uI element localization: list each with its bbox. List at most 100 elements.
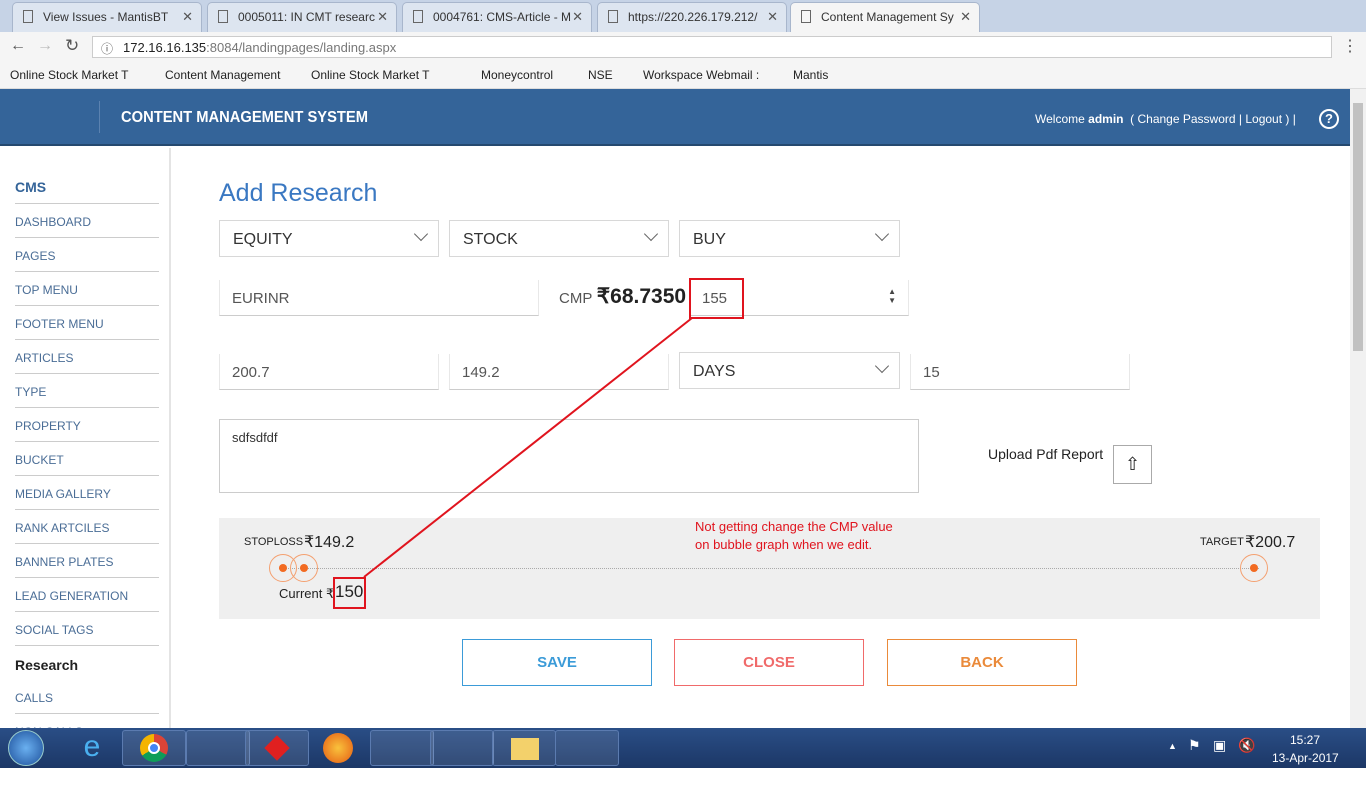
username: admin — [1088, 112, 1124, 126]
menu-icon[interactable]: ⋮ — [1342, 36, 1358, 56]
sidebar-item-dashboard[interactable]: DASHBOARD — [15, 204, 159, 238]
tab-mantis[interactable]: View Issues - MantisBT ✕ — [12, 2, 202, 32]
description-textarea[interactable]: sdfsdfdf — [219, 419, 919, 493]
sidebar-item-pages[interactable]: PAGES — [15, 238, 159, 272]
current-label: Current ₹ — [279, 586, 335, 601]
page-title: Add Research — [219, 179, 378, 207]
close-icon[interactable]: ✕ — [960, 9, 971, 25]
chevron-down-icon — [874, 226, 890, 242]
app-title: CONTENT MANAGEMENT SYSTEM — [121, 109, 368, 126]
sidebar-item-footer-menu[interactable]: FOOTER MENU — [15, 306, 159, 340]
target-input[interactable]: 200.7 — [219, 354, 439, 390]
tab-label: View Issues - MantisBT — [43, 10, 169, 24]
info-icon: ⓘ — [101, 42, 114, 56]
period-input[interactable]: 15 — [910, 354, 1130, 390]
close-icon[interactable]: ✕ — [572, 9, 583, 25]
tab-issue-4761[interactable]: 0004761: CMS-Article - M ✕ — [402, 2, 592, 32]
app-icon[interactable] — [555, 730, 619, 766]
app-header: CONTENT MANAGEMENT SYSTEM Welcome admin … — [0, 89, 1350, 146]
welcome-text: Welcome — [1035, 112, 1085, 126]
highlight-box — [689, 278, 744, 319]
photo-viewer-icon[interactable] — [430, 730, 494, 766]
bookmark[interactable]: Workspace Webmail : — [643, 68, 759, 82]
close-icon[interactable]: ✕ — [182, 9, 193, 25]
bookmark[interactable]: Online Stock Market T — [311, 68, 430, 82]
tab-strip: View Issues - MantisBT ✕ 0005011: IN CMT … — [0, 0, 1366, 32]
notepad-icon[interactable] — [370, 730, 434, 766]
sidebar-item-bucket[interactable]: BUCKET — [15, 442, 159, 476]
selected-value: STOCK — [463, 231, 518, 248]
tab-cms[interactable]: Content Management Sy ✕ — [790, 2, 980, 32]
sidebar-item-media-gallery[interactable]: MEDIA GALLERY — [15, 476, 159, 510]
sidebar-item-type[interactable]: TYPE — [15, 374, 159, 408]
highlight-box — [333, 577, 366, 609]
target-value: ₹200.7 — [1245, 534, 1296, 551]
period-unit-select[interactable]: DAYS — [679, 352, 900, 389]
address-bar[interactable]: ⓘ 172.16.16.135:8084/landingpages/landing… — [92, 36, 1332, 58]
bookmarks-bar: Online Stock Market T Content Management… — [0, 62, 1366, 89]
ie-icon[interactable]: e — [60, 730, 124, 766]
logout-link[interactable]: Logout — [1245, 112, 1282, 126]
action-select[interactable]: BUY — [679, 220, 900, 257]
explorer-icon[interactable] — [492, 730, 556, 766]
start-button[interactable] — [8, 730, 44, 766]
chevron-down-icon — [413, 226, 429, 242]
chevron-down-icon — [643, 226, 659, 242]
back-icon[interactable]: ← — [10, 37, 26, 55]
selected-value: BUY — [693, 231, 726, 248]
annotation-note: Not getting change the CMP value on bubb… — [695, 519, 893, 552]
paint-icon[interactable] — [186, 730, 250, 766]
flag-icon[interactable]: ⚑ — [1188, 737, 1201, 754]
sidebar-item-banner-plates[interactable]: BANNER PLATES — [15, 544, 159, 578]
close-button[interactable]: CLOSE — [674, 639, 864, 686]
back-button[interactable]: BACK — [887, 639, 1077, 686]
reload-icon[interactable]: ↻ — [65, 36, 79, 56]
sidebar: CMS DASHBOARD PAGES TOP MENU FOOTER MENU ART… — [0, 148, 171, 739]
scrollbar[interactable] — [1350, 89, 1366, 728]
sidebar-item-property[interactable]: PROPERTY — [15, 408, 159, 442]
bookmark[interactable]: Content Management — [165, 68, 280, 82]
change-password-link[interactable]: Change Password — [1137, 112, 1235, 126]
chrome-icon[interactable] — [122, 730, 186, 766]
firefox-icon[interactable] — [305, 730, 369, 766]
sidebar-section-research: Research — [15, 657, 79, 673]
close-icon[interactable]: ✕ — [377, 9, 388, 25]
current-bubble — [290, 554, 318, 582]
upload-icon[interactable]: ⇧ — [1113, 445, 1152, 484]
save-button[interactable]: SAVE — [462, 639, 652, 686]
bookmark[interactable]: Mantis — [793, 68, 828, 82]
bookmark[interactable]: NSE — [588, 68, 613, 82]
forward-icon[interactable]: → — [37, 37, 53, 55]
network-icon[interactable]: ▣ — [1213, 737, 1226, 754]
instrument-select[interactable]: STOCK — [449, 220, 669, 257]
sidebar-item-social-tags[interactable]: SOCIAL TAGS — [15, 612, 159, 646]
sidebar-item-lead-generation[interactable]: LEAD GENERATION — [15, 578, 159, 612]
volume-muted-icon[interactable]: 🔇 — [1238, 737, 1255, 754]
chevron-down-icon — [874, 358, 890, 374]
clock-date[interactable]: 13-Apr-2017 — [1272, 751, 1339, 765]
bookmark[interactable]: Moneycontrol — [481, 68, 553, 82]
segment-select[interactable]: EQUITY — [219, 220, 439, 257]
app-icon[interactable] — [245, 730, 309, 766]
show-hidden-icons[interactable]: ▲ — [1168, 741, 1177, 751]
tab-label: 0005011: IN CMT researc — [238, 10, 375, 24]
stoploss-input[interactable]: 149.2 — [449, 354, 669, 390]
spinner-icon[interactable]: ▲ ▼ — [888, 287, 896, 305]
tab-https[interactable]: https://220.226.179.212/ ✕ — [597, 2, 787, 32]
bookmark[interactable]: Online Stock Market T — [10, 68, 129, 82]
sidebar-item-calls[interactable]: CALLS — [15, 680, 159, 714]
help-icon[interactable]: ? — [1319, 109, 1339, 129]
url-path: :8084/landingpages/landing.aspx — [206, 40, 397, 55]
symbol-input[interactable]: EURINR — [219, 280, 539, 316]
sidebar-item-top-menu[interactable]: TOP MENU — [15, 272, 159, 306]
bubble-graph: STOPLOSS ₹149.2 TARGET ₹200.7 Current ₹ … — [219, 518, 1320, 619]
sidebar-item-rank-artciles[interactable]: RANK ARTCILES — [15, 510, 159, 544]
tab-issue-5011[interactable]: 0005011: IN CMT researc ✕ — [207, 2, 397, 32]
tab-label: 0004761: CMS-Article - M — [433, 10, 572, 24]
close-icon[interactable]: ✕ — [767, 9, 778, 25]
taskbar: e ▲ ⚑ ▣ 🔇 15:27 13-Apr-2017 — [0, 728, 1366, 768]
selected-value: EQUITY — [233, 231, 293, 248]
tab-label: Content Management Sy — [821, 10, 954, 24]
clock-time[interactable]: 15:27 — [1290, 733, 1320, 747]
sidebar-item-articles[interactable]: ARTICLES — [15, 340, 159, 374]
